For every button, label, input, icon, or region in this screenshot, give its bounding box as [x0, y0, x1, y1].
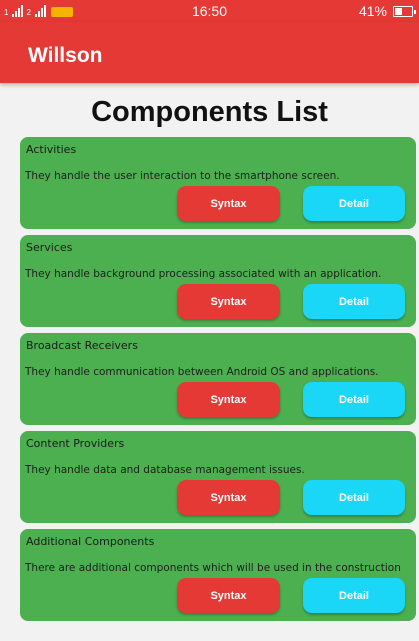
card-title: Content Providers [26, 437, 125, 450]
syntax-button-content-providers[interactable]: Syntax [177, 480, 280, 515]
status-right: 41% [358, 3, 416, 19]
detail-button-content-providers[interactable]: Detail [303, 480, 405, 515]
syntax-button-activities[interactable]: Syntax [177, 186, 280, 221]
card-description: There are additional components which wi… [25, 562, 401, 574]
card-description: They handle communication between Androi… [25, 366, 379, 378]
card-title: Broadcast Receivers [26, 339, 138, 352]
card-title: Services [26, 241, 73, 254]
component-card-activities: Activities They handle the user interact… [20, 137, 416, 229]
status-time: 16:50 [191, 3, 228, 19]
battery-icon [393, 5, 416, 17]
battery-percent: 41% [358, 3, 387, 19]
card-description: They handle the user interaction to the … [25, 170, 340, 182]
card-description: They handle background processing associ… [25, 268, 382, 280]
detail-button-activities[interactable]: Detail [303, 186, 405, 221]
component-card-broadcast-receivers: Broadcast Receivers They handle communic… [20, 333, 416, 425]
card-description: They handle data and database management… [25, 464, 305, 476]
syntax-button-broadcast-receivers[interactable]: Syntax [177, 382, 280, 417]
syntax-button-services[interactable]: Syntax [177, 284, 280, 319]
component-card-additional-components: Additional Components There are addition… [20, 529, 416, 621]
page-title: Components List [91, 96, 328, 128]
battery-fill [395, 7, 403, 15]
detail-button-additional-components[interactable]: Detail [303, 578, 405, 613]
detail-button-broadcast-receivers[interactable]: Detail [303, 382, 405, 417]
component-card-content-providers: Content Providers They handle data and d… [20, 431, 416, 523]
syntax-button-additional-components[interactable]: Syntax [177, 578, 280, 613]
component-card-services: Services They handle background processi… [20, 235, 416, 327]
card-title: Activities [26, 143, 77, 156]
detail-button-services[interactable]: Detail [303, 284, 405, 319]
app-title: Willson [28, 44, 103, 67]
status-bar: 1 2 16:50 41% [0, 0, 419, 22]
card-title: Additional Components [26, 535, 155, 548]
app-bar: Willson [0, 22, 419, 83]
